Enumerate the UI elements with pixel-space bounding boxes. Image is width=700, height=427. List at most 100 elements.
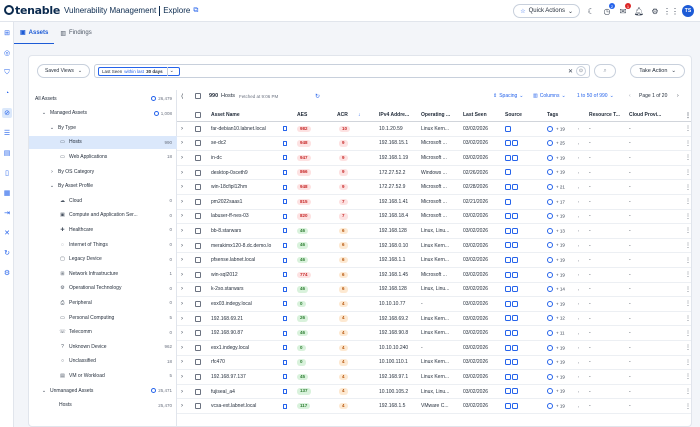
row-actions-icon[interactable]: ⋮	[685, 154, 691, 161]
asset-name[interactable]: pfsense.labnet.local	[211, 257, 277, 263]
expand-row-icon[interactable]: ›	[181, 374, 183, 380]
saved-views-dropdown[interactable]: Saved Views ⌄	[37, 64, 91, 78]
chevron-down-icon[interactable]: ⌄	[49, 125, 55, 131]
table-row[interactable]: › k-2so.starwars 46 6 192.168.128 Linux, Linu…	[177, 283, 691, 298]
expand-row-icon[interactable]: ›	[181, 389, 183, 395]
row-actions-icon[interactable]: ⋮	[685, 300, 691, 307]
row-checkbox[interactable]	[195, 213, 201, 220]
next-page-icon[interactable]: ›	[677, 93, 679, 99]
document-icon[interactable]	[283, 243, 287, 249]
expand-row-icon[interactable]: ›	[181, 316, 183, 322]
table-row[interactable]: › pm2022saas1 815 7 192.168.1.41 Microsoft ..…	[177, 195, 691, 210]
table-row[interactable]: › far-debian10.labnet.local 982 10 10.1.20.5…	[177, 122, 691, 137]
tree-item[interactable]: All Assets 26,479	[29, 92, 177, 105]
row-checkbox[interactable]	[195, 344, 201, 351]
tab-findings[interactable]: ▥ Findings	[54, 22, 97, 44]
row-actions-icon[interactable]: ⋮	[685, 198, 691, 205]
row-checkbox[interactable]	[195, 169, 201, 176]
columns-button[interactable]: ▥ Columns ⌄	[533, 93, 566, 99]
row-actions-icon[interactable]: ⋮	[685, 403, 691, 410]
document-icon[interactable]	[283, 301, 287, 307]
filter-chip-last-seen[interactable]: Last Seen within last 30 days ⌄	[98, 66, 180, 76]
row-actions-icon[interactable]: ⋮	[685, 257, 691, 264]
tags-cell[interactable]: + 11	[547, 330, 565, 337]
tags-cell[interactable]: + 12	[547, 315, 565, 322]
col-source[interactable]: Source	[505, 112, 543, 118]
asset-name[interactable]: rfc470	[211, 359, 277, 365]
chevron-right-icon[interactable]: ›	[49, 169, 55, 175]
row-actions-icon[interactable]: ⋮	[685, 271, 691, 278]
tree-item[interactable]: ▤ VM or Workload 5	[29, 369, 177, 382]
document-icon[interactable]	[283, 257, 287, 263]
table-row[interactable]: › esx1.indegy.local 0 4 10.10.10.240 - 03/02/2…	[177, 341, 691, 356]
document-icon[interactable]	[283, 170, 287, 176]
tags-cell[interactable]: + 19	[547, 257, 565, 264]
chevron-down-icon[interactable]: ⌄	[41, 388, 47, 394]
row-actions-icon[interactable]: ⋮	[685, 169, 691, 176]
row-actions-icon[interactable]: ⋮	[685, 330, 691, 337]
expand-row-icon[interactable]: ›	[181, 272, 183, 278]
search-button[interactable]: ⌕	[594, 64, 617, 78]
export-icon[interactable]: ⇥	[2, 208, 12, 218]
tags-cell[interactable]: + 14	[547, 286, 565, 293]
col-aes[interactable]: AES	[297, 112, 327, 118]
expand-row-icon[interactable]: ›	[181, 170, 183, 176]
quick-actions-button[interactable]: ☆ Quick Actions ⌄	[513, 4, 580, 18]
document-icon[interactable]	[283, 140, 287, 146]
expand-row-icon[interactable]: ›	[181, 184, 183, 190]
document-icon[interactable]	[283, 286, 287, 292]
table-row[interactable]: › pfsense.labnet.local 46 6 192.168.1.1 Linux…	[177, 253, 691, 268]
tags-cell[interactable]: + 19	[547, 213, 565, 220]
row-checkbox[interactable]	[195, 242, 201, 249]
expand-row-icon[interactable]: ›	[181, 126, 183, 132]
expand-row-icon[interactable]: ›	[181, 403, 183, 409]
chevron-down-icon[interactable]: ⌄	[41, 110, 47, 116]
switch-product-icon[interactable]: ⧉	[193, 7, 198, 15]
row-checkbox[interactable]	[195, 388, 201, 395]
table-row[interactable]: › in-dc 947 9 192.168.1.19 Microsoft ... 03/02…	[177, 151, 691, 166]
tags-cell[interactable]: + 19	[547, 300, 565, 307]
tags-cell[interactable]: + 19	[547, 388, 565, 395]
tools-icon[interactable]: ✕	[2, 228, 12, 238]
document-icon[interactable]	[283, 155, 287, 161]
table-row[interactable]: › rfc470 0 4 10.100.110.1 Linux Kern... 03/02/…	[177, 356, 691, 371]
document-icon[interactable]	[283, 272, 287, 278]
table-row[interactable]: › fujiseal_a4 137 4 10.100.105.2 Linux, Linu.…	[177, 385, 691, 400]
table-row[interactable]: › 192.168.97.137 45 4 192.168.97.1 Linux Kern…	[177, 370, 691, 385]
tree-item[interactable]: ▭ Hosts 990	[29, 135, 177, 149]
col-last-seen[interactable]: Last Seen	[463, 112, 501, 118]
table-row[interactable]: › merakimx120-8.dc.demo.lo 46 6 192.168.0.10…	[177, 239, 691, 254]
document-icon[interactable]	[283, 403, 287, 409]
row-actions-icon[interactable]: ⋮	[685, 213, 691, 220]
expand-row-icon[interactable]: ›	[181, 243, 183, 249]
dashboard-icon[interactable]: ⊞	[2, 28, 12, 38]
theme-moon-icon[interactable]: ☾	[586, 6, 596, 16]
row-checkbox[interactable]	[195, 373, 201, 380]
document-icon[interactable]	[283, 199, 287, 205]
expand-row-icon[interactable]: ›	[181, 199, 183, 205]
messages-icon[interactable]: ✉ 1	[618, 3, 631, 16]
table-row[interactable]: › 192.168.69.21 26 4 192.168.69.2 Linux Kern.…	[177, 312, 691, 327]
expand-row-icon[interactable]: ›	[181, 228, 183, 234]
asset-name[interactable]: vcsa-ext.labnet.local	[211, 403, 277, 409]
row-actions-icon[interactable]: ⋮	[685, 227, 691, 234]
prev-page-icon[interactable]: ‹	[629, 93, 631, 99]
tasks-icon[interactable]: ◷ 2	[602, 3, 615, 16]
tree-item[interactable]: ○ Unclassified 18	[29, 355, 177, 368]
tags-cell[interactable]: + 19	[547, 403, 565, 410]
row-actions-icon[interactable]: ⋮	[685, 359, 691, 366]
report-icon[interactable]: ▦	[2, 188, 12, 198]
document-icon[interactable]	[283, 374, 287, 380]
tree-item[interactable]: ⌄ By Asset Profile	[29, 180, 177, 193]
row-checkbox[interactable]	[195, 257, 201, 264]
brand[interactable]: tenable Vulnerability Management Explore…	[4, 4, 198, 17]
row-checkbox[interactable]	[195, 227, 201, 234]
asset-name[interactable]: 192.168.69.21	[211, 316, 277, 322]
radar-icon[interactable]: ◎	[2, 48, 12, 58]
asset-name[interactable]: esx1.indegy.local	[211, 345, 277, 351]
shield-icon[interactable]: ⛉	[2, 68, 12, 78]
asset-name[interactable]: se-dc2	[211, 140, 277, 146]
document-icon[interactable]	[283, 359, 287, 365]
tags-cell[interactable]: + 19	[547, 125, 565, 132]
tree-item[interactable]: ⚙ Operational Technology 0	[29, 282, 177, 295]
